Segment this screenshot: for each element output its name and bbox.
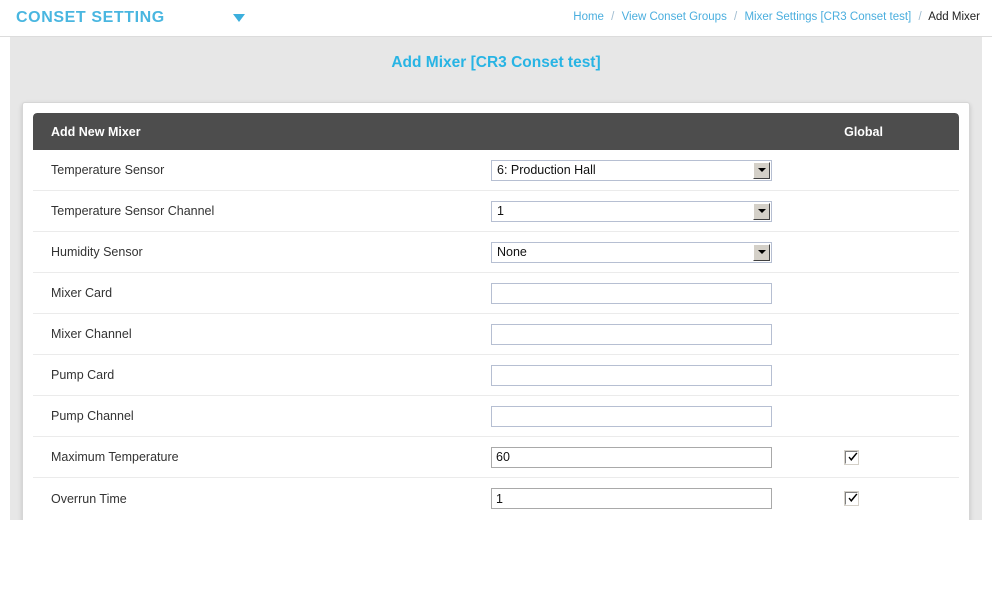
field-cell (491, 488, 791, 509)
global-checkbox-maximum-temperature[interactable] (845, 451, 858, 464)
panel-header: Add New Mixer Global (33, 113, 959, 150)
footer-spacer (10, 520, 982, 589)
field-cell: 6: Production Hall (491, 160, 791, 181)
field-label-humidity-sensor: Humidity Sensor (33, 245, 491, 259)
field-cell: 1 (491, 201, 791, 222)
form-row: Mixer Card (33, 273, 959, 314)
select-temperature-sensor[interactable]: 6: Production Hall (491, 160, 772, 181)
page-title: Add Mixer [CR3 Conset test] (391, 54, 600, 72)
breadcrumb-item-mixer-settings[interactable]: Mixer Settings [CR3 Conset test] (744, 11, 911, 23)
input-maximum-temperature[interactable] (491, 447, 772, 468)
field-cell (491, 324, 791, 345)
add-new-mixer-panel: Add New Mixer Global Temperature Sensor6… (33, 113, 959, 519)
field-label-temperature-sensor-channel: Temperature Sensor Channel (33, 204, 491, 218)
global-checkbox-overrun-time[interactable] (845, 492, 858, 505)
form-row: Overrun Time (33, 478, 959, 519)
input-mixer-channel[interactable] (491, 324, 772, 345)
form-row: Mixer Channel (33, 314, 959, 355)
field-cell (491, 447, 791, 468)
form-row: Pump Channel (33, 396, 959, 437)
chevron-down-icon[interactable] (753, 244, 770, 261)
breadcrumb-separator: / (918, 11, 921, 23)
field-cell (491, 365, 791, 386)
field-label-pump-card: Pump Card (33, 368, 491, 382)
form-row: Humidity SensorNone (33, 232, 959, 273)
field-label-maximum-temperature: Maximum Temperature (33, 450, 491, 464)
select-value: 6: Production Hall (492, 163, 596, 177)
breadcrumb: Home / View Conset Groups / Mixer Settin… (573, 11, 980, 23)
form-card: Add New Mixer Global Temperature Sensor6… (22, 102, 970, 534)
input-overrun-time[interactable] (491, 488, 772, 509)
select-temperature-sensor-channel[interactable]: 1 (491, 201, 772, 222)
breadcrumb-separator: / (611, 11, 614, 23)
form-row: Pump Card (33, 355, 959, 396)
field-cell: None (491, 242, 791, 263)
field-cell (491, 406, 791, 427)
form-rows: Temperature Sensor6: Production HallTemp… (33, 150, 959, 519)
form-row: Maximum Temperature (33, 437, 959, 478)
form-row: Temperature Sensor Channel1 (33, 191, 959, 232)
form-row: Temperature Sensor6: Production Hall (33, 150, 959, 191)
select-value: None (492, 245, 527, 259)
field-label-overrun-time: Overrun Time (33, 492, 491, 506)
global-column-header: Global (844, 125, 883, 139)
chevron-down-icon[interactable] (753, 162, 770, 179)
global-cell (791, 451, 911, 464)
brand-logo: CONSET SETTING (16, 9, 165, 27)
page-title-band: Add Mixer [CR3 Conset test] (0, 37, 992, 89)
select-humidity-sensor[interactable]: None (491, 242, 772, 263)
field-label-temperature-sensor: Temperature Sensor (33, 163, 491, 177)
content-stage: Add New Mixer Global Temperature Sensor6… (0, 89, 992, 589)
panel-title: Add New Mixer (51, 125, 141, 139)
select-value: 1 (492, 204, 504, 218)
field-label-mixer-card: Mixer Card (33, 286, 491, 300)
chevron-down-icon[interactable] (233, 14, 245, 22)
field-label-pump-channel: Pump Channel (33, 409, 491, 423)
input-pump-channel[interactable] (491, 406, 772, 427)
input-mixer-card[interactable] (491, 283, 772, 304)
chevron-down-icon[interactable] (753, 203, 770, 220)
breadcrumb-item-view-conset-groups[interactable]: View Conset Groups (622, 11, 727, 23)
field-label-mixer-channel: Mixer Channel (33, 327, 491, 341)
input-pump-card[interactable] (491, 365, 772, 386)
top-bar: CONSET SETTING Home / View Conset Groups… (0, 0, 992, 37)
breadcrumb-separator: / (734, 11, 737, 23)
field-cell (491, 283, 791, 304)
breadcrumb-item-add-mixer: Add Mixer (928, 11, 980, 23)
breadcrumb-item-home[interactable]: Home (573, 11, 604, 23)
global-cell (791, 492, 911, 505)
